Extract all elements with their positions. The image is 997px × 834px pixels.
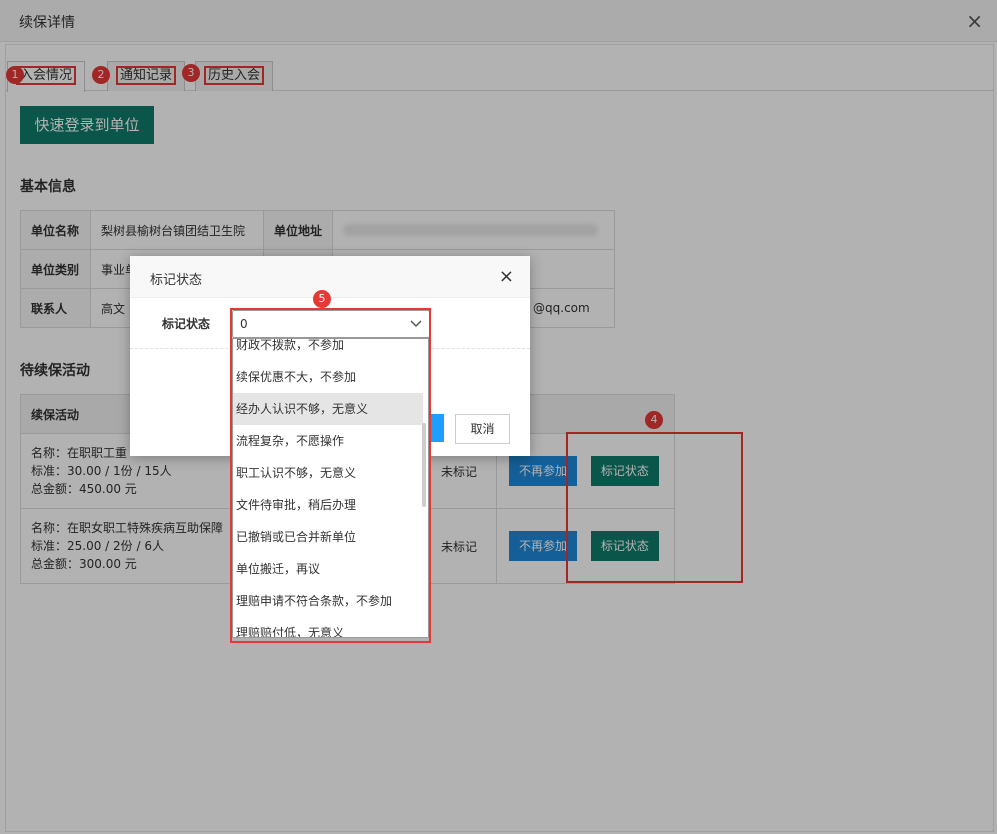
dialog-close-icon[interactable]: × xyxy=(499,266,514,287)
cancel-button[interactable]: 取消 xyxy=(455,414,510,444)
confirm-button[interactable] xyxy=(430,414,444,442)
annotation-badge-5: 5 xyxy=(313,290,331,308)
status-field-label: 标记状态 xyxy=(162,317,211,331)
dialog-title: 标记状态 xyxy=(150,273,203,288)
dialog-header: 标记状态 × xyxy=(130,256,530,298)
annotation-box-5 xyxy=(230,308,431,643)
